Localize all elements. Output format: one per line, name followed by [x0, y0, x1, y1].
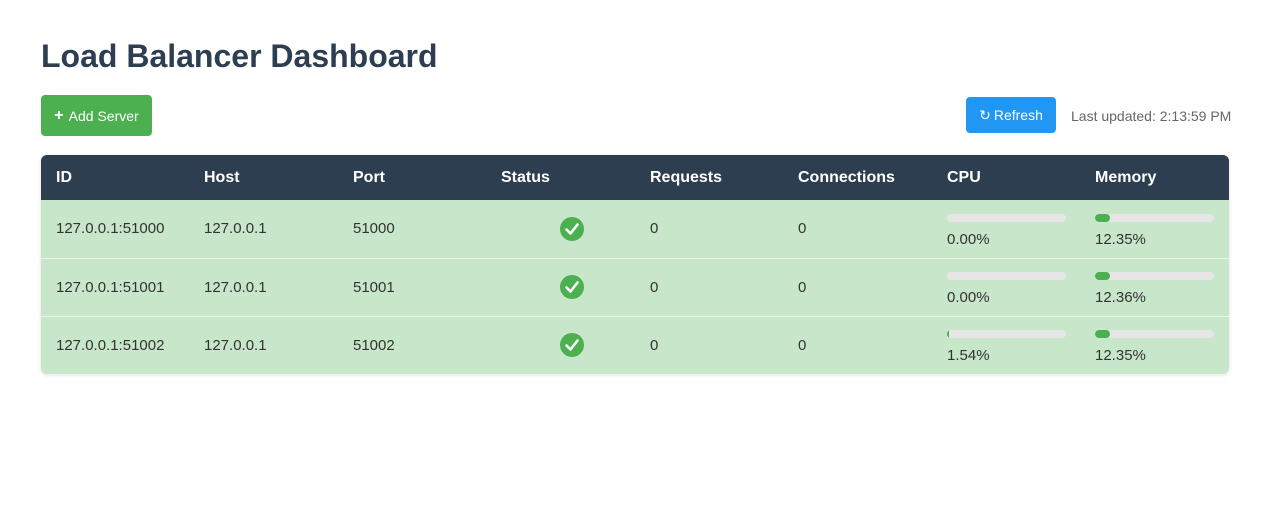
host-cell: 127.0.0.1 — [204, 336, 267, 354]
connections-cell: 0 — [798, 278, 807, 296]
check-circle-icon — [559, 275, 584, 299]
memory-cell: 12.35% — [1080, 316, 1229, 374]
memory-cell: 12.35% — [1080, 200, 1229, 258]
cpu-meter-fill — [947, 330, 949, 339]
add-server-label: Add Server — [68, 107, 139, 124]
check-circle-icon — [559, 216, 584, 241]
memory-value: 12.35% — [1095, 347, 1146, 365]
memory-value: 12.35% — [1095, 230, 1146, 248]
cpu-cell: 0.00% — [932, 258, 1080, 316]
cpu-value: 1.54% — [947, 347, 990, 365]
cpu-meter — [947, 272, 1066, 280]
last-updated-text: Last updated: 2:13:59 PM — [1071, 108, 1232, 124]
memory-meter — [1095, 272, 1214, 280]
cpu-cell: 1.54% — [932, 316, 1080, 374]
status-cell — [486, 258, 635, 316]
add-server-button[interactable]: + Add Server — [41, 95, 152, 136]
column-header-requests: Requests — [650, 168, 723, 186]
port-cell: 51000 — [353, 220, 395, 238]
column-header-status: Status — [501, 168, 550, 186]
cpu-value: 0.00% — [947, 230, 990, 248]
column-header-host: Host — [204, 168, 240, 186]
server-id-cell: 127.0.0.1:51001 — [56, 278, 165, 296]
cpu-cell: 0.00% — [932, 200, 1080, 258]
column-header-cpu: CPU — [947, 168, 981, 186]
table-row[interactable]: 127.0.0.1:51001 127.0.0.1 51001 0 0 0.00… — [41, 258, 1229, 316]
refresh-button[interactable]: ↻ Refresh — [966, 97, 1056, 133]
table-body: 127.0.0.1:51000 127.0.0.1 51000 0 0 0.00… — [41, 200, 1229, 374]
cpu-meter — [947, 213, 1066, 222]
requests-cell: 0 — [650, 220, 659, 238]
table-header-row: ID Host Port Status Requests Connections… — [41, 155, 1229, 200]
refresh-label: Refresh — [993, 107, 1043, 123]
plus-icon: + — [54, 106, 64, 124]
memory-value: 12.36% — [1095, 289, 1146, 306]
table-header: ID Host Port Status Requests Connections… — [41, 155, 1229, 200]
cpu-meter — [947, 330, 1066, 339]
table-row[interactable]: 127.0.0.1:51000 127.0.0.1 51000 0 0 0.00… — [41, 200, 1229, 258]
dashboard-page: Load Balancer Dashboard + Add Server ↻ R… — [0, 0, 1282, 523]
host-cell: 127.0.0.1 — [204, 278, 267, 296]
servers-table: ID Host Port Status Requests Connections… — [41, 155, 1229, 374]
cpu-value: 0.00% — [947, 289, 990, 306]
memory-meter-fill — [1095, 213, 1110, 222]
column-header-port: Port — [353, 168, 385, 186]
column-header-id: ID — [56, 168, 72, 186]
memory-cell: 12.36% — [1080, 258, 1229, 316]
connections-cell: 0 — [798, 220, 807, 238]
server-id-cell: 127.0.0.1:51000 — [56, 220, 165, 238]
memory-meter-fill — [1095, 272, 1110, 280]
refresh-icon: ↻ — [979, 106, 991, 123]
column-header-memory: Memory — [1095, 168, 1157, 186]
check-circle-icon — [559, 333, 584, 358]
memory-meter-fill — [1095, 330, 1110, 339]
servers-table-container: ID Host Port Status Requests Connections… — [41, 155, 1229, 374]
requests-cell: 0 — [650, 278, 659, 296]
connections-cell: 0 — [798, 336, 807, 354]
host-cell: 127.0.0.1 — [204, 220, 267, 238]
memory-meter — [1095, 213, 1214, 222]
status-cell — [486, 316, 635, 374]
table-row[interactable]: 127.0.0.1:51002 127.0.0.1 51002 0 0 1.54… — [41, 316, 1229, 374]
port-cell: 51002 — [353, 336, 395, 354]
server-id-cell: 127.0.0.1:51002 — [56, 336, 165, 354]
page-title: Load Balancer Dashboard — [41, 38, 438, 74]
status-cell — [486, 200, 635, 258]
port-cell: 51001 — [353, 278, 395, 296]
column-header-connections: Connections — [798, 168, 895, 186]
memory-meter — [1095, 330, 1214, 339]
requests-cell: 0 — [650, 336, 659, 354]
